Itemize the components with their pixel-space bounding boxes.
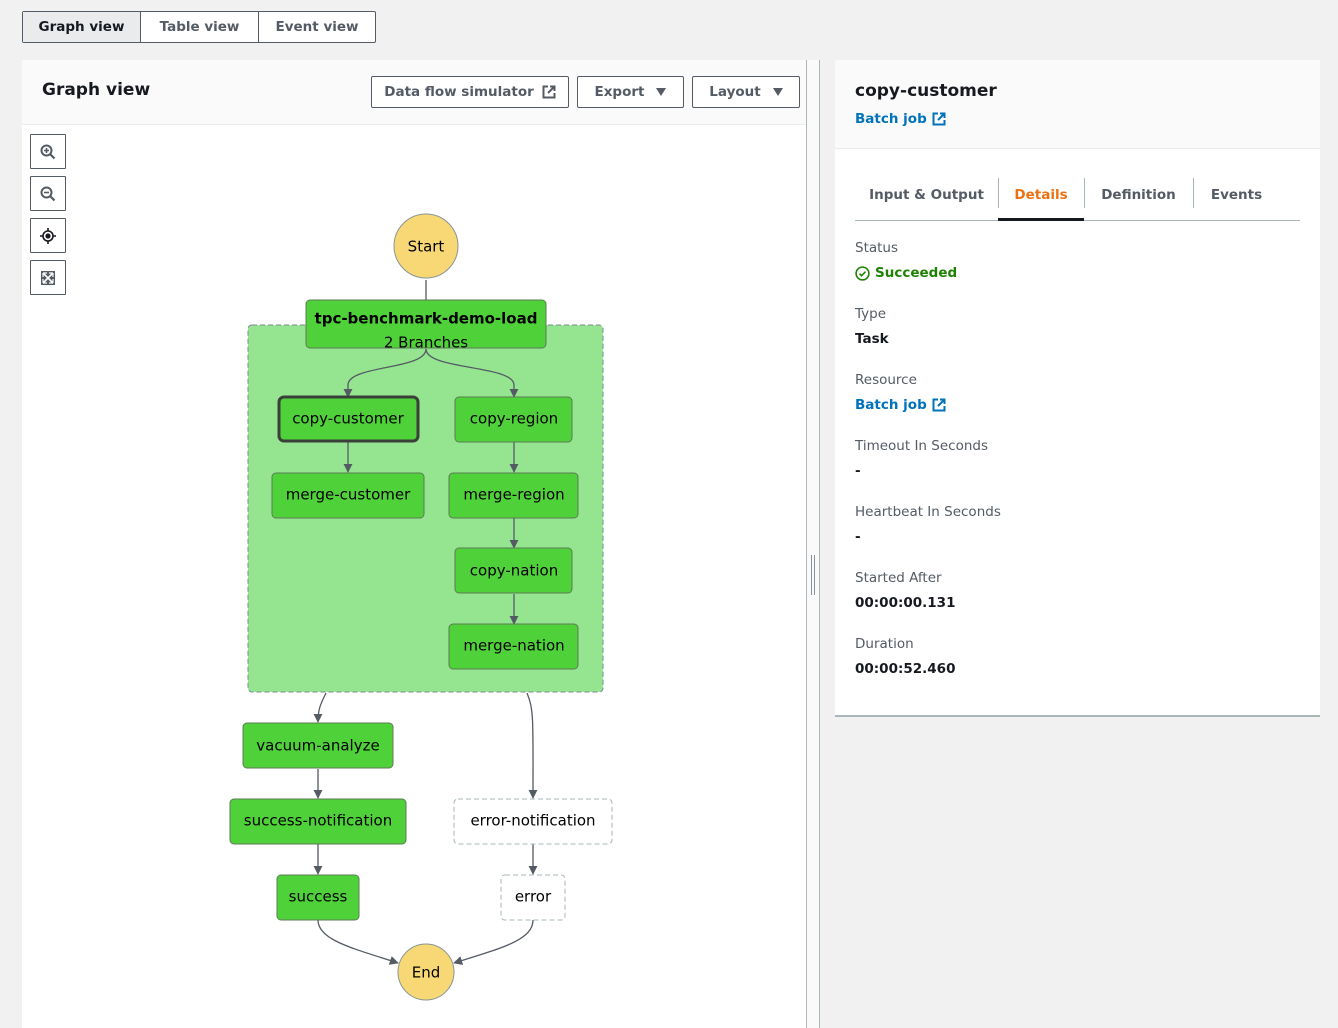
started-after-value: 00:00:00.131 [855, 595, 956, 611]
panel-resize-handle[interactable] [806, 60, 820, 1028]
parallel-state-name: tpc-benchmark-demo-load [315, 310, 538, 328]
resource-link-label: Batch job [855, 397, 927, 413]
details-title: copy-customer [855, 81, 997, 101]
field-type: Type Task [855, 306, 889, 348]
type-value: Task [855, 331, 889, 347]
node-merge-nation[interactable]: merge-nation [448, 623, 579, 670]
external-link-icon [932, 112, 946, 126]
node-copy-customer[interactable]: copy-customer [277, 395, 420, 443]
node-label: success-notification [244, 812, 392, 830]
field-timeout: Timeout In Seconds - [855, 438, 988, 480]
grip-line [814, 555, 815, 595]
node-label: error [515, 888, 552, 906]
node-label: copy-region [470, 410, 558, 428]
start-label: Start [408, 238, 445, 256]
field-label: Heartbeat In Seconds [855, 504, 1001, 520]
node-error[interactable]: error [500, 874, 566, 921]
field-label: Status [855, 240, 899, 256]
resource-batch-job-link[interactable]: Batch job [855, 397, 946, 413]
tab-event-view[interactable]: Event view [259, 12, 375, 42]
field-status: Status Succeeded [855, 240, 957, 282]
node-copy-nation[interactable]: copy-nation [454, 547, 573, 594]
node-error-notification[interactable]: error-notification [453, 798, 613, 845]
edge [317, 919, 399, 965]
node-copy-region[interactable]: copy-region [454, 396, 573, 443]
field-duration: Duration 00:00:52.460 [855, 636, 955, 678]
grip-line [811, 555, 812, 595]
node-label: merge-nation [463, 637, 564, 655]
edge [313, 692, 327, 723]
field-label: Duration [855, 636, 914, 652]
field-resource: Resource Batch job [855, 372, 946, 414]
tab-definition[interactable]: Definition [1084, 170, 1193, 220]
parallel-state-node[interactable]: tpc-benchmark-demo-load 2 Branches [305, 299, 547, 352]
edge [526, 692, 538, 799]
state-details-panel: copy-customer Batch job Input & Output D… [835, 60, 1320, 717]
state-machine-graph: Start tpc-benchmark-demo-load 2 Branches… [229, 213, 613, 1001]
timeout-value: - [855, 463, 861, 479]
field-label: Started After [855, 570, 942, 586]
node-label: vacuum-analyze [256, 737, 379, 755]
node-label: copy-nation [470, 562, 558, 580]
batch-job-link[interactable]: Batch job [855, 111, 946, 127]
end-label: End [412, 964, 441, 982]
field-started-after: Started After 00:00:00.131 [855, 570, 955, 612]
parallel-state-subtitle: 2 Branches [384, 334, 468, 352]
tab-table-view[interactable]: Table view [141, 12, 259, 42]
check-circle-icon [855, 265, 870, 281]
field-label: Type [855, 306, 887, 322]
details-tabs: Input & Output Details Definition Events [855, 170, 1300, 221]
node-merge-region[interactable]: merge-region [448, 472, 579, 519]
graph-panel: Graph view Data flow simulator Export La… [22, 60, 806, 1028]
node-label: merge-customer [286, 486, 411, 504]
external-link-icon [932, 398, 946, 412]
field-label: Timeout In Seconds [855, 438, 988, 454]
end-node[interactable]: End [397, 943, 455, 1001]
view-switcher: Graph view Table view Event view [22, 11, 376, 43]
status-value: Succeeded [875, 265, 958, 281]
edge [453, 919, 534, 965]
node-merge-customer[interactable]: merge-customer [271, 472, 425, 519]
start-node[interactable]: Start [393, 213, 459, 279]
field-label: Resource [855, 372, 917, 388]
status-badge: Succeeded [855, 264, 957, 282]
tab-events[interactable]: Events [1193, 170, 1280, 220]
node-label: copy-customer [292, 410, 404, 428]
tab-input-output[interactable]: Input & Output [855, 170, 998, 220]
tab-graph-view[interactable]: Graph view [23, 12, 141, 42]
field-heartbeat: Heartbeat In Seconds - [855, 504, 1001, 546]
node-label: merge-region [463, 486, 564, 504]
node-label: error-notification [470, 812, 595, 830]
details-header: copy-customer Batch job [835, 60, 1320, 149]
node-vacuum-analyze[interactable]: vacuum-analyze [242, 722, 394, 769]
duration-value: 00:00:52.460 [855, 661, 956, 677]
batch-job-link-label: Batch job [855, 111, 927, 127]
tab-details[interactable]: Details [998, 170, 1084, 221]
node-success[interactable]: success [276, 874, 360, 921]
node-label: success [289, 888, 348, 906]
node-success-notification[interactable]: success-notification [229, 798, 407, 845]
heartbeat-value: - [855, 529, 861, 545]
